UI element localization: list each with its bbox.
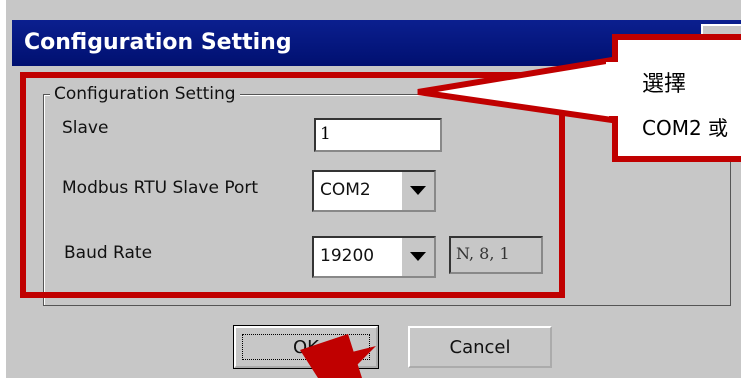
- callout-join: [606, 62, 618, 116]
- callout-box: 選擇 COM2 或: [612, 34, 741, 162]
- callout-pointer: [417, 56, 615, 124]
- callout-text-line2: COM2 或: [642, 116, 729, 140]
- callout-text-line1: 選擇: [642, 72, 687, 97]
